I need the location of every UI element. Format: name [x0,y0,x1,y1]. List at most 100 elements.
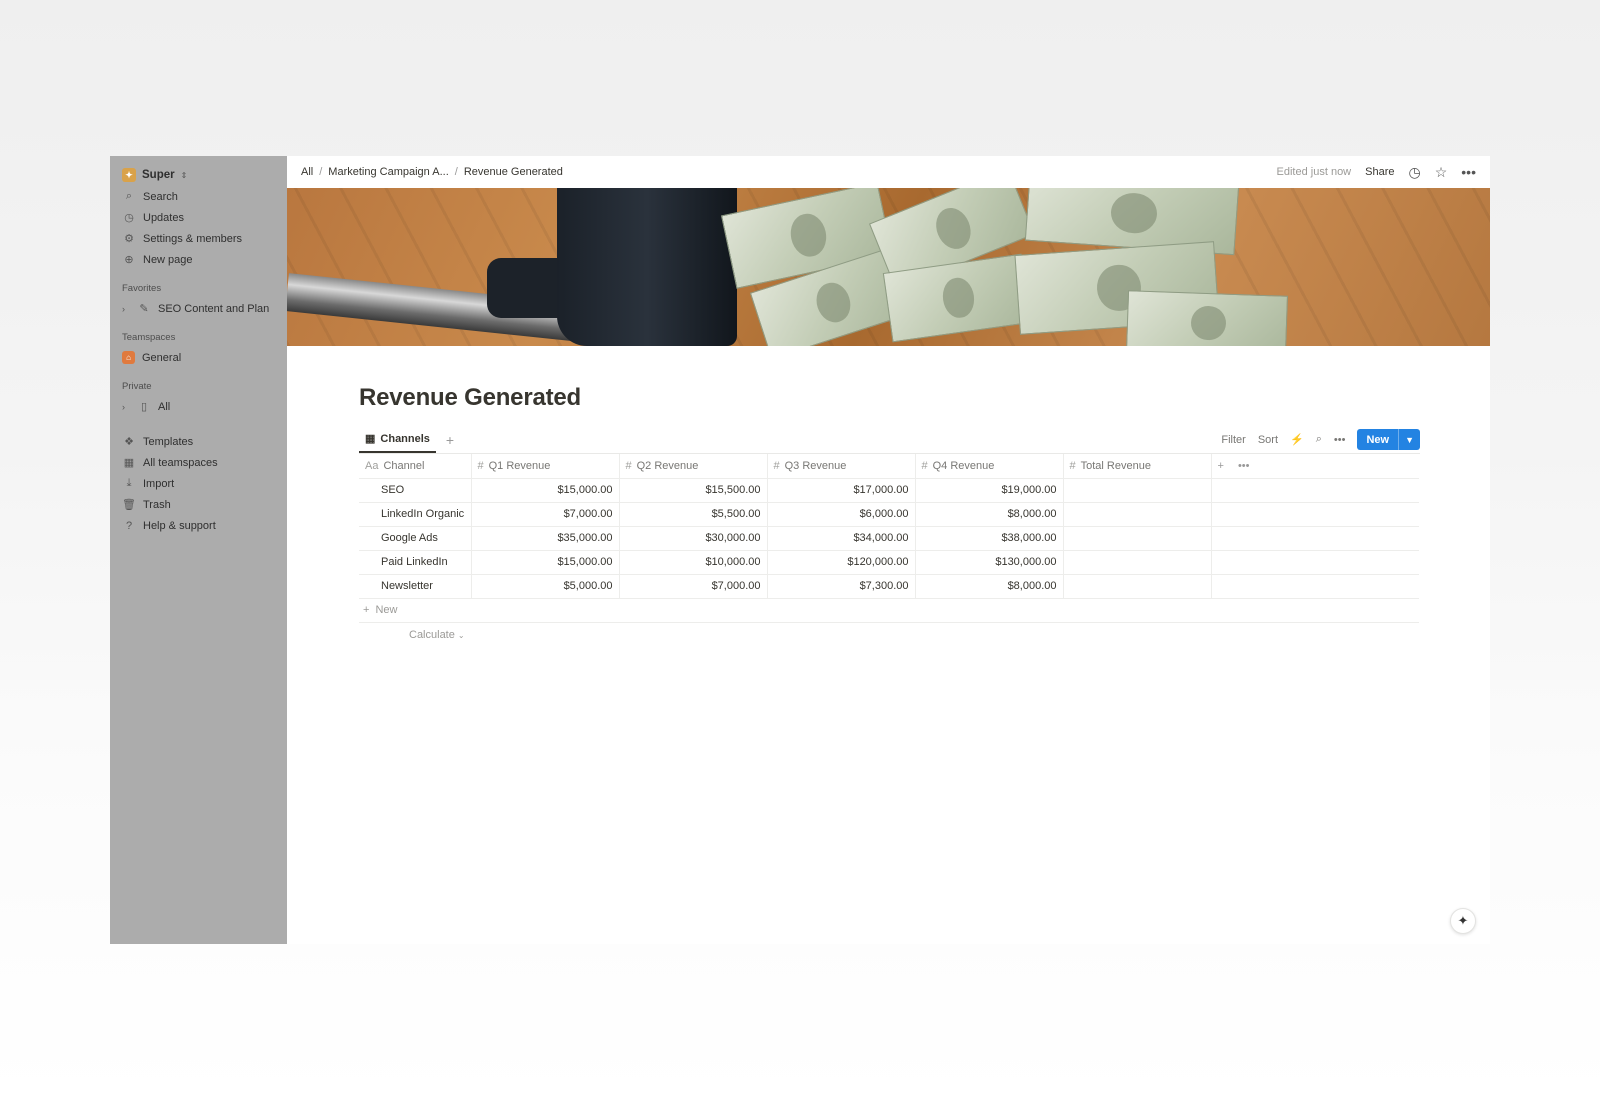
column-label: Q2 Revenue [636,459,699,472]
breadcrumb-item[interactable]: Marketing Campaign A... [328,166,448,178]
cell-q2[interactable]: $15,500.00 [619,478,768,503]
column-header-q3[interactable]: # Q3 Revenue [767,454,916,479]
cover-image[interactable] [287,188,1490,346]
cell-q4[interactable]: $38,000.00 [915,526,1064,551]
chevron-right-icon[interactable]: › [122,304,130,314]
cell-total[interactable] [1063,574,1212,599]
cell-q3[interactable]: $7,300.00 [767,574,916,599]
chevron-down-icon[interactable]: ▼ [1398,429,1420,450]
sidebar-item-updates[interactable]: ◷ Updates [116,207,281,228]
cell-q3[interactable]: $17,000.00 [767,478,916,503]
cell-q1[interactable]: $5,000.00 [471,574,620,599]
cell-q4[interactable]: $19,000.00 [915,478,1064,503]
page-title[interactable]: Revenue Generated [359,384,1420,412]
page-icon: ▯ [140,401,148,413]
sidebar-item-label: Updates [143,211,184,224]
more-icon[interactable]: ••• [1334,434,1346,446]
cell-q4[interactable]: $130,000.00 [915,550,1064,575]
cell-q4[interactable]: $8,000.00 [915,502,1064,527]
add-column-icon[interactable]: + [1218,460,1224,472]
column-header-q1[interactable]: # Q1 Revenue [471,454,620,479]
sort-button[interactable]: Sort [1258,434,1278,446]
chevron-right-icon[interactable]: › [122,402,130,412]
text-property-icon: Aa [365,459,379,472]
sidebar-item-templates[interactable]: ❖ Templates [116,431,281,452]
templates-icon: ❖ [124,436,134,448]
cell-channel[interactable]: Newsletter [359,574,472,599]
sidebar-item-search[interactable]: ⌕ Search [116,186,281,207]
sidebar-item-label: Settings & members [143,232,243,245]
revenue-table: Aa Channel # Q1 Revenue # Q2 Revenue # Q3 Re… [359,454,1419,599]
sidebar-item-new-page[interactable]: ⊕ New page [116,249,281,270]
new-button-group: New ▼ [1357,429,1420,450]
automation-icon[interactable]: ⚡ [1290,433,1304,446]
cell-channel[interactable]: Google Ads [359,526,472,551]
download-icon: ⤓ [126,477,132,489]
cell-q2[interactable]: $30,000.00 [619,526,768,551]
building-icon: ▦ [123,457,135,469]
sidebar-item-trash[interactable]: 🗑 Trash [116,494,281,515]
private-heading: Private [122,381,152,392]
star-icon[interactable]: ☆ [1435,164,1448,181]
sidebar-item-help[interactable]: ? Help & support [116,515,281,536]
column-header-channel[interactable]: Aa Channel [359,454,472,479]
sidebar-item-import[interactable]: ⤓ Import [116,473,281,494]
new-button[interactable]: New [1357,429,1398,450]
add-row-button[interactable]: + New [359,599,1419,623]
sidebar-item-settings[interactable]: ⚙ Settings & members [116,228,281,249]
cell-total[interactable] [1063,478,1212,503]
search-icon[interactable]: ⌕ [1316,433,1322,446]
workspace-switcher[interactable]: ✦ Super ⇕ [116,164,281,186]
favorites-heading: Favorites [122,283,162,294]
column-label: Channel [383,459,425,472]
sidebar-item-all-teamspaces[interactable]: ▦ All teamspaces [116,452,281,473]
more-icon[interactable]: ••• [1238,460,1250,472]
sidebar-item-all[interactable]: › ▯ All [116,396,281,417]
cell-total[interactable] [1063,526,1212,551]
calculate-button[interactable]: Calculate ⌄ [359,623,1420,641]
cell-channel[interactable]: Paid LinkedIn [359,550,472,575]
teamspaces-heading: Teamspaces [122,332,176,343]
column-header-q4[interactable]: # Q4 Revenue [915,454,1064,479]
cell-q1[interactable]: $15,000.00 [471,478,620,503]
more-icon[interactable]: ••• [1461,164,1476,180]
cell-q1[interactable]: $35,000.00 [471,526,620,551]
cell-total[interactable] [1063,502,1212,527]
breadcrumb-separator: / [454,166,458,178]
breadcrumb-item[interactable]: Revenue Generated [464,166,563,178]
cell-q3[interactable]: $120,000.00 [767,550,916,575]
add-view-icon[interactable]: + [446,432,454,448]
cell-total[interactable] [1063,550,1212,575]
database-view-bar: ▦ Channels + Filter Sort ⚡ ⌕ ••• New ▼ [359,426,1420,454]
table-row[interactable]: Newsletter $5,000.00 $7,000.00 $7,300.00… [359,574,1419,599]
help-icon: ? [125,519,133,532]
column-header-q2[interactable]: # Q2 Revenue [619,454,768,479]
cell-q2[interactable]: $10,000.00 [619,550,768,575]
cell-q2[interactable]: $7,000.00 [619,574,768,599]
sidebar-item-general[interactable]: ⌂ General [116,347,281,368]
filter-button[interactable]: Filter [1221,434,1245,446]
cell-channel[interactable]: SEO [359,478,472,503]
table-row[interactable]: LinkedIn Organic $7,000.00 $5,500.00 $6,… [359,502,1419,527]
cell-channel[interactable]: LinkedIn Organic [359,502,472,527]
tab-channels[interactable]: ▦ Channels [359,426,436,453]
breadcrumb-item[interactable]: All [301,166,313,178]
table-row[interactable]: SEO $15,000.00 $15,500.00 $17,000.00 $19… [359,478,1419,503]
cell-q3[interactable]: $34,000.00 [767,526,916,551]
table-row[interactable]: Google Ads $35,000.00 $30,000.00 $34,000… [359,526,1419,551]
ai-sparkle-icon[interactable]: ✦ [1450,908,1476,934]
number-property-icon: # [773,459,780,472]
cell-q1[interactable]: $15,000.00 [471,550,620,575]
column-header-total[interactable]: # Total Revenue [1063,454,1212,479]
cell-q4[interactable]: $8,000.00 [915,574,1064,599]
sidebar-item-label: Import [143,477,175,490]
table-row[interactable]: Paid LinkedIn $15,000.00 $10,000.00 $120… [359,550,1419,575]
sidebar-item-label: All teamspaces [143,456,218,469]
cell-q1[interactable]: $7,000.00 [471,502,620,527]
cell-q2[interactable]: $5,500.00 [619,502,768,527]
cell-q3[interactable]: $6,000.00 [767,502,916,527]
column-label: Q3 Revenue [784,459,847,472]
share-button[interactable]: Share [1365,166,1394,178]
history-icon[interactable]: ◷ [1409,164,1421,181]
sidebar-item-seo-content[interactable]: › ✎ SEO Content and Plan [116,298,281,319]
